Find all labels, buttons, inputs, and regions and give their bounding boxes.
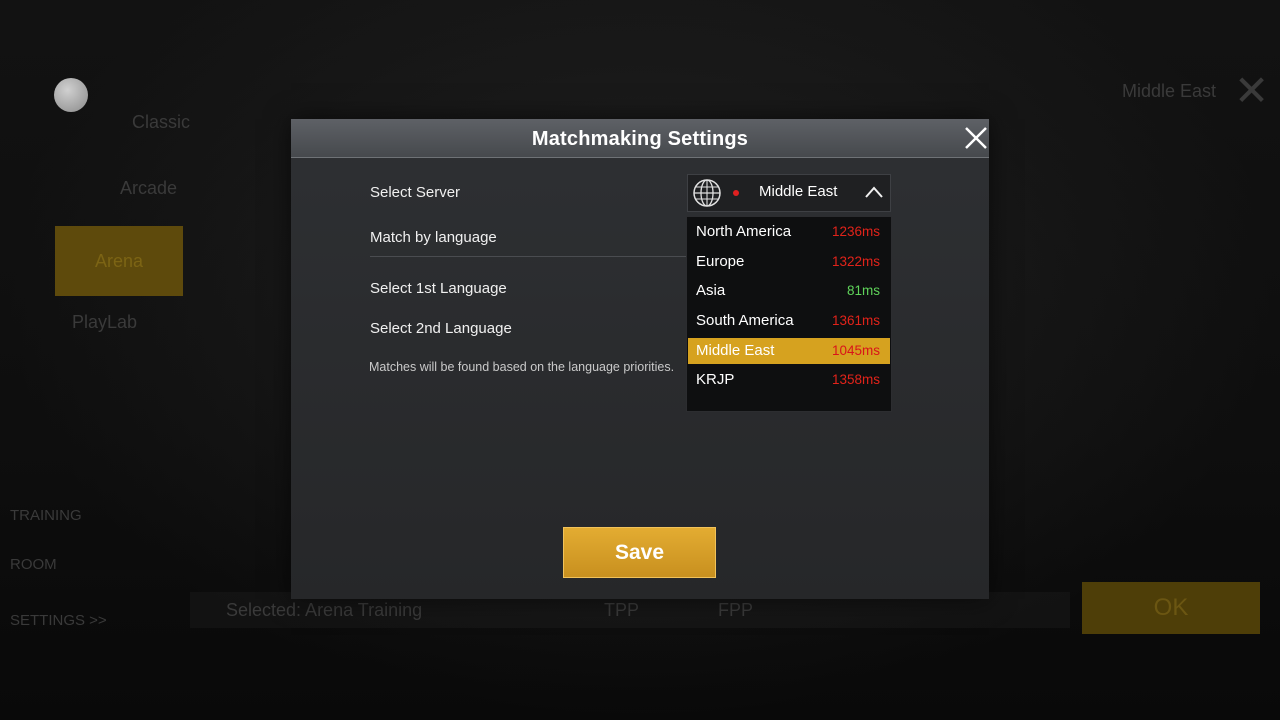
server-option-ping: 1322ms <box>831 254 880 269</box>
bg-fpp: FPP <box>718 600 754 620</box>
select-1st-language-label: Select 1st Language <box>370 280 507 297</box>
server-option-name: North America <box>696 223 792 240</box>
match-by-language-label: Match by language <box>370 229 497 246</box>
bg-settings: SETTINGS >> <box>10 612 107 629</box>
server-option-europe[interactable]: Europe 1322ms <box>688 249 890 275</box>
dialog-title: Matchmaking Settings <box>531 128 749 150</box>
server-option-asia[interactable]: Asia 81ms <box>688 278 890 304</box>
server-option-ping: 1361ms <box>831 313 880 328</box>
bg-tpp: TPP <box>604 600 640 620</box>
server-option-ping: 1045ms <box>831 343 880 358</box>
server-option-ping: 1358ms <box>831 372 880 387</box>
bg-ok-button: OK <box>1082 582 1260 634</box>
server-option-middle-east[interactable]: Middle East 1045ms <box>688 338 890 364</box>
globe-icon <box>693 179 721 207</box>
bg-training: TRAINING <box>10 507 82 524</box>
select-2nd-language-label: Select 2nd Language <box>370 320 512 337</box>
server-option-name: KRJP <box>696 371 735 388</box>
server-selected-value: Middle East <box>759 183 838 200</box>
server-status-dot <box>733 190 739 196</box>
server-option-name: Europe <box>696 253 745 270</box>
bg-close-icon: ✕ <box>1234 67 1270 114</box>
chevron-up-icon <box>865 186 883 198</box>
bg-mode-playlab: PlayLab <box>72 312 138 332</box>
server-option-name: South America <box>696 312 794 329</box>
language-hint: Matches will be found based on the langu… <box>369 360 675 374</box>
server-option-ping: 81ms <box>846 283 880 298</box>
divider <box>370 256 690 257</box>
bg-selected-mode: Selected: Arena Training <box>226 600 423 620</box>
bg-region: Middle East <box>1122 81 1217 101</box>
server-option-name: Asia <box>696 282 726 299</box>
save-button[interactable]: Save <box>563 527 716 578</box>
close-icon <box>965 127 987 149</box>
server-option-south-america[interactable]: South America 1361ms <box>688 308 890 334</box>
avatar <box>54 78 88 112</box>
server-option-north-america[interactable]: North America 1236ms <box>688 219 890 245</box>
server-option-ping: 1236ms <box>831 224 880 239</box>
close-button[interactable] <box>962 124 990 152</box>
bg-mode-classic: Classic <box>132 112 191 132</box>
bg-mode-arena: Arena <box>55 226 183 296</box>
bg-mode-arcade: Arcade <box>120 178 178 198</box>
server-option-krjp[interactable]: KRJP 1358ms <box>688 367 890 393</box>
server-option-name: Middle East <box>696 342 775 359</box>
bg-room: ROOM <box>10 556 57 573</box>
select-server-label: Select Server <box>370 184 461 201</box>
